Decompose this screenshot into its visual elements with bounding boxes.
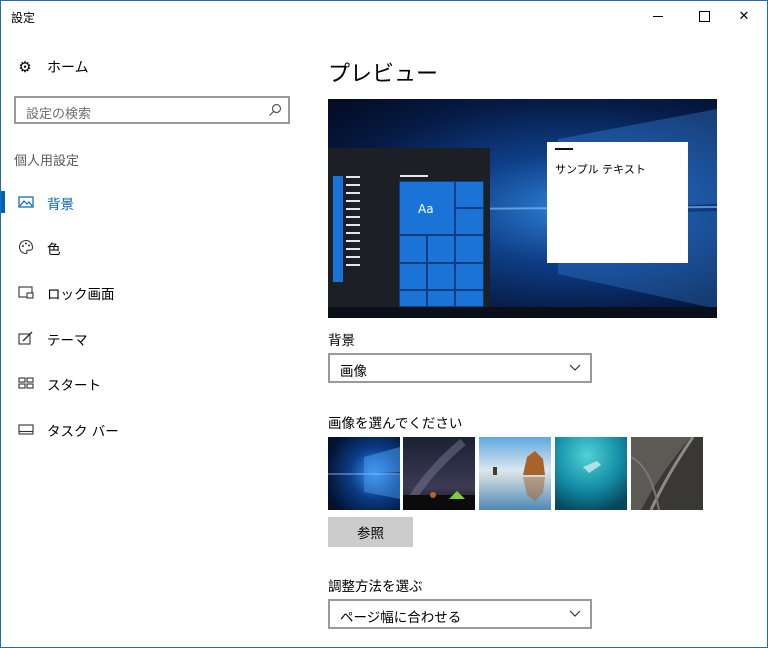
preview-tile [455,181,484,208]
sample-title-bar [555,148,573,150]
theme-brush-icon [18,331,33,345]
sidebar-item-lock-screen[interactable]: ロック画面 [1,276,311,308]
tile-aa-text: Aa [418,202,434,216]
close-icon: ✕ [738,9,750,24]
taskbar-icon [18,424,34,435]
thumbnail-windows-hero[interactable] [328,437,400,510]
tiles-header-bar [400,175,428,177]
section-label: 個人用設定 [14,154,80,169]
settings-window: 設定 ✕ ⚙ ホーム 設定の検索 個人用設定 背景 色 ロック画面 テーマ スタ… [0,0,768,648]
sidebar-item-label: スタート [47,378,101,394]
start-list-line [346,240,360,242]
home-label: ホーム [47,60,89,76]
search-input[interactable]: 設定の検索 [14,96,290,124]
preview-tile [399,235,427,263]
sample-window: サンプル テキスト [547,142,688,263]
chevron-down-icon [569,610,581,617]
start-list-line [346,224,360,226]
sidebar-item-label: テーマ [47,333,88,349]
preview-tile [399,263,427,290]
thumbnail-rock-cliff[interactable] [631,437,703,510]
start-list-line [346,216,360,218]
sidebar-item-background[interactable]: 背景 [1,186,311,218]
background-dropdown[interactable]: 画像 [328,353,592,383]
start-list-line [346,208,360,210]
sidebar-item-label: 色 [47,242,61,258]
search-placeholder: 設定の検索 [26,107,92,122]
minimize-icon [653,16,663,17]
start-list-line [346,192,360,194]
background-value: 画像 [340,364,367,380]
sidebar-item-theme[interactable]: テーマ [1,322,311,354]
background-label: 背景 [328,333,355,349]
thumbnail-underwater[interactable] [555,437,627,510]
sample-text: サンプル テキスト [555,163,646,176]
palette-icon [18,239,34,255]
preview-tile [399,290,427,307]
start-list-line [346,184,360,186]
start-list-line [346,200,360,202]
sidebar-item-label: 背景 [47,197,74,213]
start-list-line [346,248,360,250]
start-tiles-icon [18,377,34,389]
thumbnail-night-sky[interactable] [403,437,475,510]
desktop-preview: Aa サンプル テキスト [328,99,717,318]
picture-thumbnails [328,437,704,510]
home-link[interactable]: ⚙ ホーム [17,56,89,78]
browse-button[interactable]: 参照 [328,517,413,547]
title-bar: 設定 ✕ [1,1,767,32]
page-title: プレビュー [328,62,439,87]
start-list-line [346,176,360,178]
preview-tile [427,290,455,307]
preview-tile [455,208,484,235]
preview-taskbar [328,307,717,318]
preview-tile [455,290,484,307]
start-list-line [346,232,360,234]
main-content: プレビュー Aa サンプル テキスト 背景 画像 画像を選んでください 参照 調… [311,32,767,647]
gear-icon: ⚙ [18,58,32,76]
thumbnail-beach-rocks[interactable] [479,437,551,510]
start-list-line [346,256,360,258]
close-button[interactable]: ✕ [721,1,767,32]
sidebar-item-taskbar[interactable]: タスク バー [1,413,311,445]
window-title: 設定 [11,11,36,25]
preview-tile [427,263,455,290]
sidebar-item-start[interactable]: スタート [1,367,311,399]
minimize-button[interactable] [635,1,681,32]
fit-value: ページ幅に合わせる [340,610,462,626]
picture-icon [18,196,34,208]
preview-tile [455,235,484,263]
preview-tile [455,263,484,290]
choose-picture-label: 画像を選んでください [328,416,463,432]
fit-label: 調整方法を選ぶ [328,579,423,595]
start-list-bar [333,176,343,282]
fit-dropdown[interactable]: ページ幅に合わせる [328,599,592,629]
lock-screen-icon [18,286,34,299]
maximize-icon [698,11,710,22]
search-icon [269,103,282,116]
chevron-down-icon [569,364,581,371]
start-list-line [346,264,360,266]
sidebar: ⚙ ホーム 設定の検索 個人用設定 背景 色 ロック画面 テーマ スタート タス… [1,32,311,647]
sidebar-item-label: タスク バー [47,424,119,440]
sidebar-item-label: ロック画面 [47,287,115,303]
sidebar-item-color[interactable]: 色 [1,231,311,263]
preview-tile [427,235,455,263]
